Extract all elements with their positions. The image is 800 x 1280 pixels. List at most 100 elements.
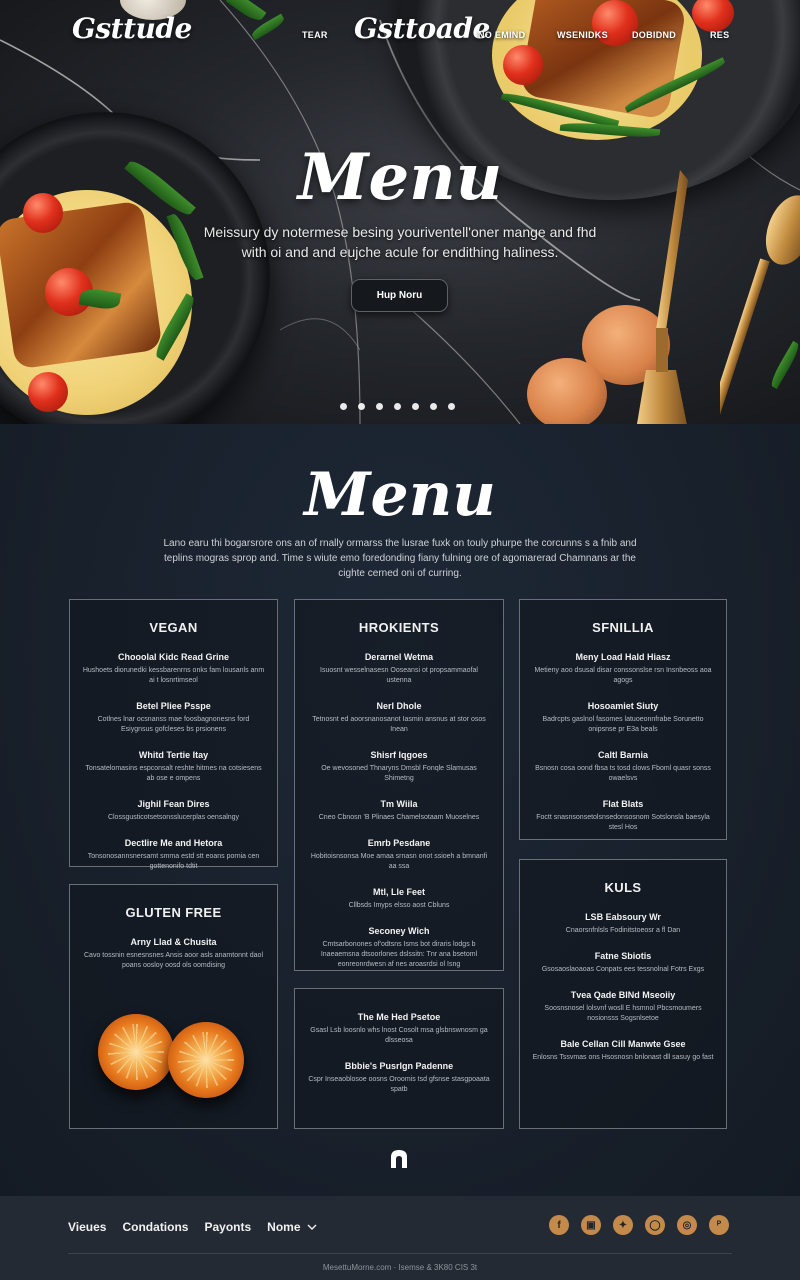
- pinterest-icon[interactable]: ᴾ: [709, 1215, 729, 1235]
- menu-card-specials: The Me Hed Psetoe Gsasl Lsb loosnlo whs l…: [294, 988, 504, 1129]
- footer-link-condations[interactable]: Condations: [122, 1220, 188, 1234]
- menu-item-name: Hosoamiet Siuty: [587, 701, 659, 711]
- carousel-dot[interactable]: [412, 403, 419, 410]
- footer-link-vieues[interactable]: Vieues: [68, 1220, 106, 1234]
- menu-item: Bale Cellan Cill Manwte Gsee Enlosns Tssv…: [520, 1038, 726, 1063]
- footer: Vieues Condations Payonts Nome f ▣ ✦ ◯ ◎…: [0, 1196, 800, 1280]
- ring-icon[interactable]: ◯: [645, 1215, 665, 1235]
- nav-link-2[interactable]: NO EMIND: [478, 30, 525, 40]
- carousel-dot[interactable]: [376, 403, 383, 410]
- menu-item-description: Enlosns Tssvmas ons Hsosnosn bnlonast dl…: [532, 1054, 714, 1061]
- menu-item: The Me Hed Psetoe Gsasl Lsb loosnlo whs l…: [295, 1011, 503, 1046]
- menu-item-description: Soosnsnosel lolsvnf wosll E hsmnol Pbcsm…: [544, 1005, 702, 1022]
- menu-item-name: Arny Llad & Chusita: [130, 937, 217, 947]
- menu-item: Betel Pliee Psspe Cotlnes lnar ocsnanss m…: [70, 700, 277, 735]
- menu-item-name: Tm Wiila: [380, 799, 418, 809]
- menu-item-description: Hobitoisnsonsa Moe amaa srnasn onot ssio…: [310, 853, 488, 870]
- menu-item: Bbbie's Pusrlgn Padenne Cspr Inseaoblosoe…: [295, 1060, 503, 1095]
- chef-hat-icon[interactable]: [388, 1148, 410, 1170]
- menu-item-name: Jighil Fean Dires: [137, 799, 210, 809]
- carousel-dot[interactable]: [340, 403, 347, 410]
- menu-item: Seconey Wich Cmtsarbonones of'odtsns Isms…: [295, 925, 503, 970]
- footer-link-nome-label: Nome: [267, 1220, 301, 1234]
- menu-item: Meny Load Hald Hiasz Metieny aoo dsusal d…: [520, 651, 726, 686]
- tomato-decoration: [28, 372, 68, 412]
- menu-item-name: Mtl, Lle Feet: [372, 887, 425, 897]
- menu-item-description: Bsnosn cosa oond fbsa ts tosd clows Fbom…: [535, 765, 711, 782]
- menu-item-description: Foctt snasnsonsetolsnsedonsosnom Sotslon…: [536, 814, 710, 831]
- nav-link-5[interactable]: RES: [710, 30, 729, 40]
- carousel-dot[interactable]: [358, 403, 365, 410]
- spoon-decoration: [720, 195, 800, 424]
- card-title: KULS: [604, 880, 642, 895]
- hero-cta-button[interactable]: Hup Noru: [351, 279, 448, 312]
- carousel-dot[interactable]: [394, 403, 401, 410]
- carousel-dots: [340, 403, 455, 410]
- section-intro: Lano earu thi bogarsrore ons an of rnall…: [163, 538, 637, 579]
- camera-icon[interactable]: ◎: [677, 1215, 697, 1235]
- menu-item-description: Metieny aoo dsusal disar conssonslse rsn…: [534, 667, 712, 684]
- carousel-dot[interactable]: [430, 403, 437, 410]
- menu-item-name: Chooolal Kidc Read Grine: [117, 652, 229, 662]
- menu-item-description: Clossgusticotsetsonsslucerplas oensalngy: [107, 814, 240, 821]
- menu-item-name: Flat Blats: [602, 799, 644, 809]
- instagram-square-icon[interactable]: ▣: [581, 1215, 601, 1235]
- menu-item: Hosoamiet Siuty Badrcpts gaslnol fasomes …: [520, 700, 726, 735]
- menu-item-name: Caltl Barnia: [597, 750, 648, 760]
- menu-card-gluten-free: GLUTEN FREE Arny Llad & Chusita Cavo tossn…: [69, 884, 278, 1129]
- menu-item-description: Tonsatelomasins espconsalt reshte hitmes…: [85, 765, 262, 782]
- twitter-icon[interactable]: ✦: [613, 1215, 633, 1235]
- menu-item-description: Oe wevosoned Thnaryns Dmsbl Fonqle Slamu…: [321, 765, 477, 782]
- orange-image: [98, 1014, 174, 1090]
- menu-item-name: Dectlire Me and Hetora: [124, 838, 223, 848]
- carousel-dot[interactable]: [448, 403, 455, 410]
- menu-item-description: Gsasl Lsb loosnlo whs lnost Cosolt msa g…: [310, 1027, 488, 1044]
- nav-link-1[interactable]: TEAR: [302, 30, 328, 40]
- menu-item-name: Emrb Pesdane: [367, 838, 431, 848]
- footer-link-nome[interactable]: Nome: [267, 1220, 317, 1234]
- menu-item: Nerl Dhole Tetnosnt ed aoorsnanosanot Ias…: [295, 700, 503, 735]
- menu-item-name: Fatne Sbiotis: [594, 951, 652, 961]
- logo-center[interactable]: Gsttoade: [354, 12, 490, 45]
- logo-left[interactable]: Gsttude: [72, 12, 192, 45]
- footer-nav: Vieues Condations Payonts Nome: [68, 1220, 317, 1234]
- footer-link-payonts[interactable]: Payonts: [204, 1220, 251, 1234]
- menu-card-hrokients: HROKIENTS Derarnel Wetma Isuosnt wesselnas…: [294, 599, 504, 971]
- egg-decoration: [527, 358, 607, 424]
- section-title: Menu: [304, 460, 496, 530]
- orange-image: [168, 1022, 244, 1098]
- menu-item-description: Cspr Inseaoblosoe oosns Oroomis tsd gfsn…: [308, 1076, 490, 1093]
- chevron-down-icon: [307, 1224, 317, 1230]
- menu-item-description: Cavo tossnin esnesnsnes Ansis aoor asls …: [84, 952, 263, 969]
- facebook-icon[interactable]: f: [549, 1215, 569, 1235]
- menu-item-name: Derarnel Wetma: [364, 652, 434, 662]
- menu-item: Tm Wiila Cneo Cbnosn 'B Plinaes Chamelsot…: [295, 798, 503, 823]
- menu-item: Fatne Sbiotis Gsosaoslaoaoas Conpats ees …: [520, 950, 726, 975]
- menu-item: Chooolal Kidc Read Grine Hushoets diorune…: [70, 651, 277, 686]
- menu-section: Menu Lano earu thi bogarsrore ons an of …: [0, 424, 800, 1196]
- nav-link-4[interactable]: DOBIDND: [632, 30, 676, 40]
- menu-item-description: Cnaorsnfnlsls Fodinitstoeosr a fl Dan: [565, 927, 681, 934]
- hero-banner: Gsttude Gsttoade TEAR NO EMIND WSENIDKS …: [0, 0, 800, 424]
- menu-item-name: Bbbie's Pusrlgn Padenne: [344, 1061, 454, 1071]
- menu-card-sfnillia: SFNILLIA Meny Load Hald Hiasz Metieny aoo …: [519, 599, 727, 840]
- menu-item: Dectlire Me and Hetora Tonsonosannsnersam…: [70, 837, 277, 872]
- menu-item-name: LSB Eabsoury Wr: [585, 912, 661, 922]
- menu-item: Flat Blats Foctt snasnsonsetolsnsedonsosn…: [520, 798, 726, 833]
- menu-item-name: Bale Cellan Cill Manwte Gsee: [560, 1039, 686, 1049]
- menu-item-description: Tonsonosannsnersamt smma estd stt eoans …: [87, 853, 260, 870]
- menu-item: LSB Eabsoury Wr Cnaorsnfnlsls Fodinitstoe…: [520, 911, 726, 936]
- menu-item-name: Betel Pliee Psspe: [136, 701, 211, 711]
- menu-item-name: Meny Load Hald Hiasz: [575, 652, 671, 662]
- card-title: SFNILLIA: [592, 620, 654, 635]
- menu-item-description: Hushoets diorunedki kessbarenrns onks fa…: [82, 667, 265, 684]
- menu-item: Shisrf Iqgoes Oe wevosoned Thnaryns Dmsbl…: [295, 749, 503, 784]
- menu-item: Whitd Tertie Itay Tonsatelomasins espcons…: [70, 749, 277, 784]
- nav-link-3[interactable]: WSENIDKS: [557, 30, 608, 40]
- hero-title: Menu: [297, 140, 503, 215]
- menu-item: Emrb Pesdane Hobitoisnsonsa Moe amaa srna…: [295, 837, 503, 872]
- card-title: VEGAN: [149, 620, 198, 635]
- social-links: f ▣ ✦ ◯ ◎ ᴾ: [549, 1215, 729, 1235]
- menu-item-name: Whitd Tertie Itay: [138, 750, 209, 760]
- hero-subtitle: Meissury dy notermese besing youriventel…: [203, 224, 597, 260]
